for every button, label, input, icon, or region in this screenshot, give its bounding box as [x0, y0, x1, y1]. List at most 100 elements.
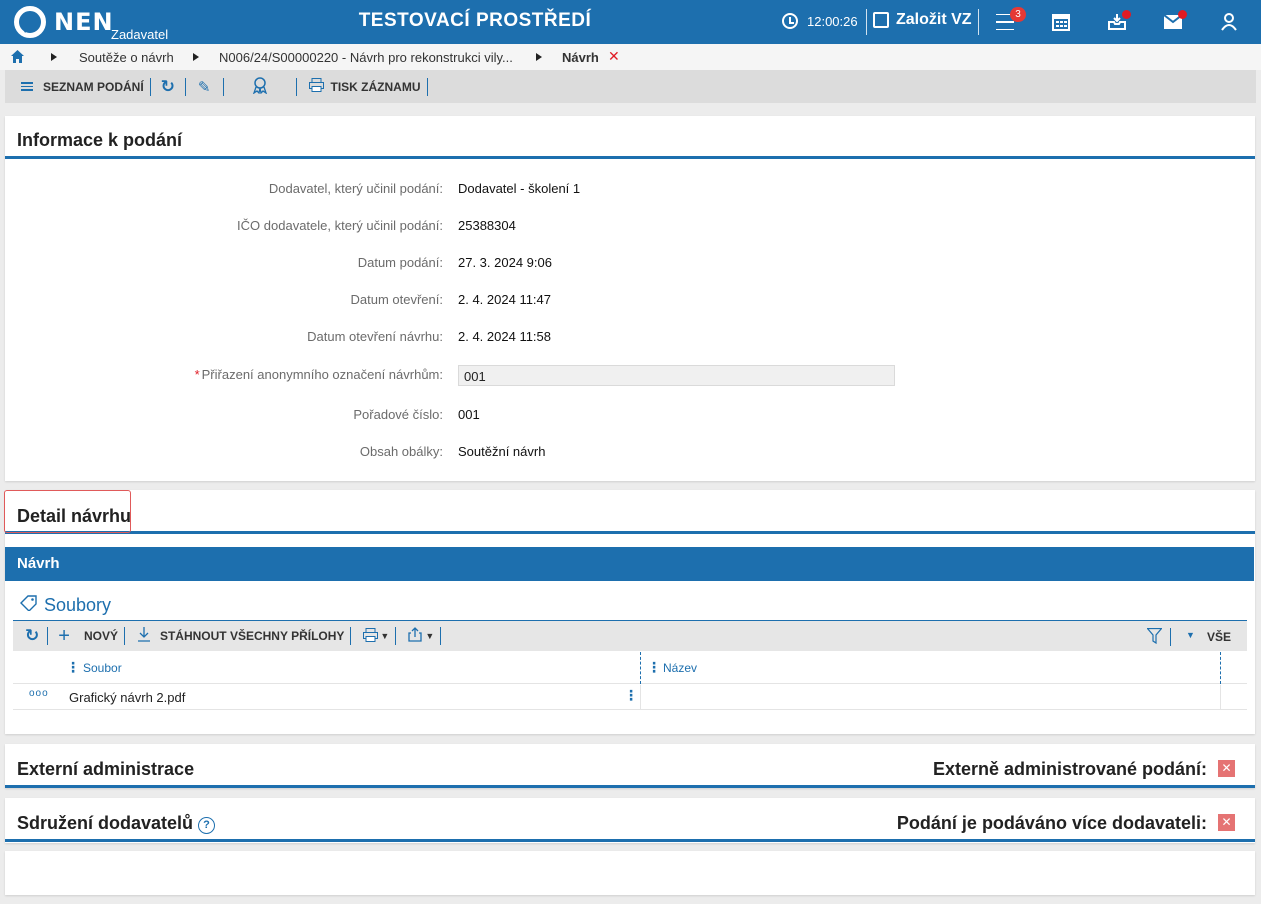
refresh-icon[interactable]: ↻: [161, 77, 175, 97]
divider: [222, 77, 224, 96]
column-header-nazev[interactable]: Název: [663, 661, 697, 675]
caret-down-icon: ▼: [425, 631, 435, 641]
caret-down-icon: ▼: [380, 631, 390, 641]
divider: [640, 685, 641, 709]
download-icon: [137, 627, 151, 645]
help-icon[interactable]: ?: [198, 817, 216, 834]
column-menu-icon[interactable]: ⋮: [66, 659, 80, 676]
detail-title-highlight: [4, 490, 131, 533]
new-file-label: NOVÝ: [83, 629, 118, 643]
record-toolbar: SEZNAM PODÁNÍ ↻ ✎ TISK ZÁZNAMU: [5, 70, 1256, 103]
divider: [440, 627, 442, 645]
list-button[interactable]: SEZNAM PODÁNÍ: [21, 80, 144, 94]
label-envelope-content: Obsah obálky:: [359, 444, 443, 459]
external-admin-panel: Externí administrace Externě administrov…: [5, 744, 1255, 788]
value-order-number: 001: [458, 407, 480, 422]
table-row[interactable]: ooo Grafický návrh 2.pdf ⋮: [13, 685, 1247, 710]
association-title: Sdružení dodavatelů?: [17, 813, 216, 834]
value-proposal-opening-date: 2. 4. 2024 11:58: [458, 329, 552, 344]
export-dropdown[interactable]: ▼: [408, 627, 434, 645]
calendar-icon[interactable]: [1050, 11, 1072, 33]
association-label: Podání je podáváno více dodavateli:: [896, 813, 1207, 833]
label-order-number: Pořadové číslo:: [353, 407, 443, 422]
print-dropdown[interactable]: ▼: [363, 627, 390, 645]
top-bar: NEN Zadavatel TESTOVACÍ PROSTŘEDÍ 12:00:…: [0, 0, 1261, 44]
divider: [184, 77, 186, 96]
value-supplier: Dodavatel - školení 1: [458, 181, 581, 196]
printer-icon: [363, 627, 379, 645]
print-record-button[interactable]: TISK ZÁZNAMU: [308, 78, 421, 95]
create-vz-label: Založit VZ: [896, 11, 972, 28]
clock-time: 12:00:26: [807, 13, 858, 29]
create-vz-button[interactable]: Založit VZ: [873, 11, 972, 29]
attachment-tag-icon: [20, 595, 38, 616]
label-anonymous-designation: * Přiřazení anonymního označení návrhům:: [194, 367, 443, 382]
chevron-right-icon: [536, 53, 542, 61]
new-file-button[interactable]: + NOVÝ: [58, 625, 118, 648]
files-grid-toolbar: ↻ + NOVÝ STÁHNOUT VŠECHNY PŘÍLOHY ▼ ▼ ▼ …: [13, 620, 1247, 651]
cell-menu-icon[interactable]: ⋮: [624, 687, 638, 704]
home-icon[interactable]: [11, 50, 24, 66]
user-icon[interactable]: [1218, 11, 1240, 33]
external-admin-title: Externí administrace: [17, 759, 195, 779]
download-all-button[interactable]: STÁHNOUT VŠECHNY PŘÍLOHY: [137, 627, 344, 645]
external-admin-label: Externě administrované podání:: [932, 759, 1207, 779]
list-icon: [21, 80, 33, 93]
chevron-right-icon: [51, 53, 57, 61]
divider: [1170, 628, 1171, 646]
value-submission-date: 27. 3. 2024 9:06: [458, 255, 552, 270]
label-supplier: Dodavatel, který učinil podání:: [268, 181, 443, 196]
association-body: [5, 851, 1255, 895]
divider: [5, 839, 1255, 842]
value-supplier-ico: 25388304: [458, 218, 516, 233]
divider: [47, 627, 49, 645]
mail-notification-dot: [1178, 10, 1187, 19]
info-panel-title: Informace k podání: [17, 130, 183, 150]
label-opening-date: Datum otevření:: [350, 292, 444, 307]
anonymous-designation-input[interactable]: 001: [458, 365, 895, 386]
breadcrumb-item-procedure[interactable]: N006/24/S00000220 - Návrh pro rekonstruk…: [219, 50, 513, 65]
filter-icon[interactable]: [1146, 627, 1163, 647]
label-proposal-opening-date: Datum otevření návrhu:: [307, 329, 443, 344]
close-tab-icon[interactable]: ✕: [608, 48, 620, 65]
clock-icon: [782, 13, 798, 29]
divider: [426, 77, 428, 96]
divider: [5, 531, 1255, 534]
printer-icon: [308, 78, 324, 95]
edit-icon: [873, 12, 889, 28]
divider: [295, 77, 297, 96]
files-section-title[interactable]: Soubory: [20, 595, 111, 616]
show-all-toggle[interactable]: VŠE: [1207, 630, 1231, 644]
label-submission-date: Datum podání:: [357, 255, 443, 270]
column-header-soubor[interactable]: Soubor: [83, 661, 122, 675]
value-opening-date: 2. 4. 2024 11:47: [458, 292, 552, 307]
association-checkbox[interactable]: ✕: [1218, 814, 1235, 831]
required-marker: *: [194, 367, 200, 382]
download-all-label: STÁHNOUT VŠECHNY PŘÍLOHY: [159, 629, 345, 643]
info-panel: Informace k podání Dodavatel, který učin…: [5, 116, 1255, 481]
award-icon[interactable]: [252, 76, 268, 97]
breadcrumb-item-competitions[interactable]: Soutěže o návrh: [79, 50, 174, 65]
divider: [395, 627, 397, 645]
refresh-icon[interactable]: ↻: [25, 626, 39, 646]
file-name-cell[interactable]: Grafický návrh 2.pdf: [69, 690, 185, 705]
label-supplier-ico: IČO dodavatele, který učinil podání:: [237, 218, 443, 233]
divider: [350, 627, 352, 645]
divider: [978, 9, 979, 35]
divider: [5, 785, 1255, 788]
pencil-icon[interactable]: ✎: [198, 78, 211, 96]
files-title-label: Soubory: [44, 595, 112, 615]
caret-down-icon[interactable]: ▼: [1186, 630, 1195, 640]
list-button-label: SEZNAM PODÁNÍ: [43, 79, 144, 94]
external-admin-checkbox[interactable]: ✕: [1218, 760, 1235, 777]
print-record-label: TISK ZÁZNAMU: [330, 79, 421, 94]
inbox-notification-dot: [1122, 10, 1131, 19]
row-actions-icon[interactable]: ooo: [29, 688, 49, 699]
menu-badge: 3: [1010, 7, 1026, 22]
column-menu-icon[interactable]: ⋮: [647, 659, 661, 676]
column-resize-handle[interactable]: [640, 652, 641, 684]
session-clock: 12:00:26: [782, 13, 858, 29]
column-resize-handle[interactable]: [1220, 652, 1221, 684]
breadcrumb-item-current: Návrh: [562, 50, 599, 65]
value-envelope-content: Soutěžní návrh: [458, 444, 546, 459]
